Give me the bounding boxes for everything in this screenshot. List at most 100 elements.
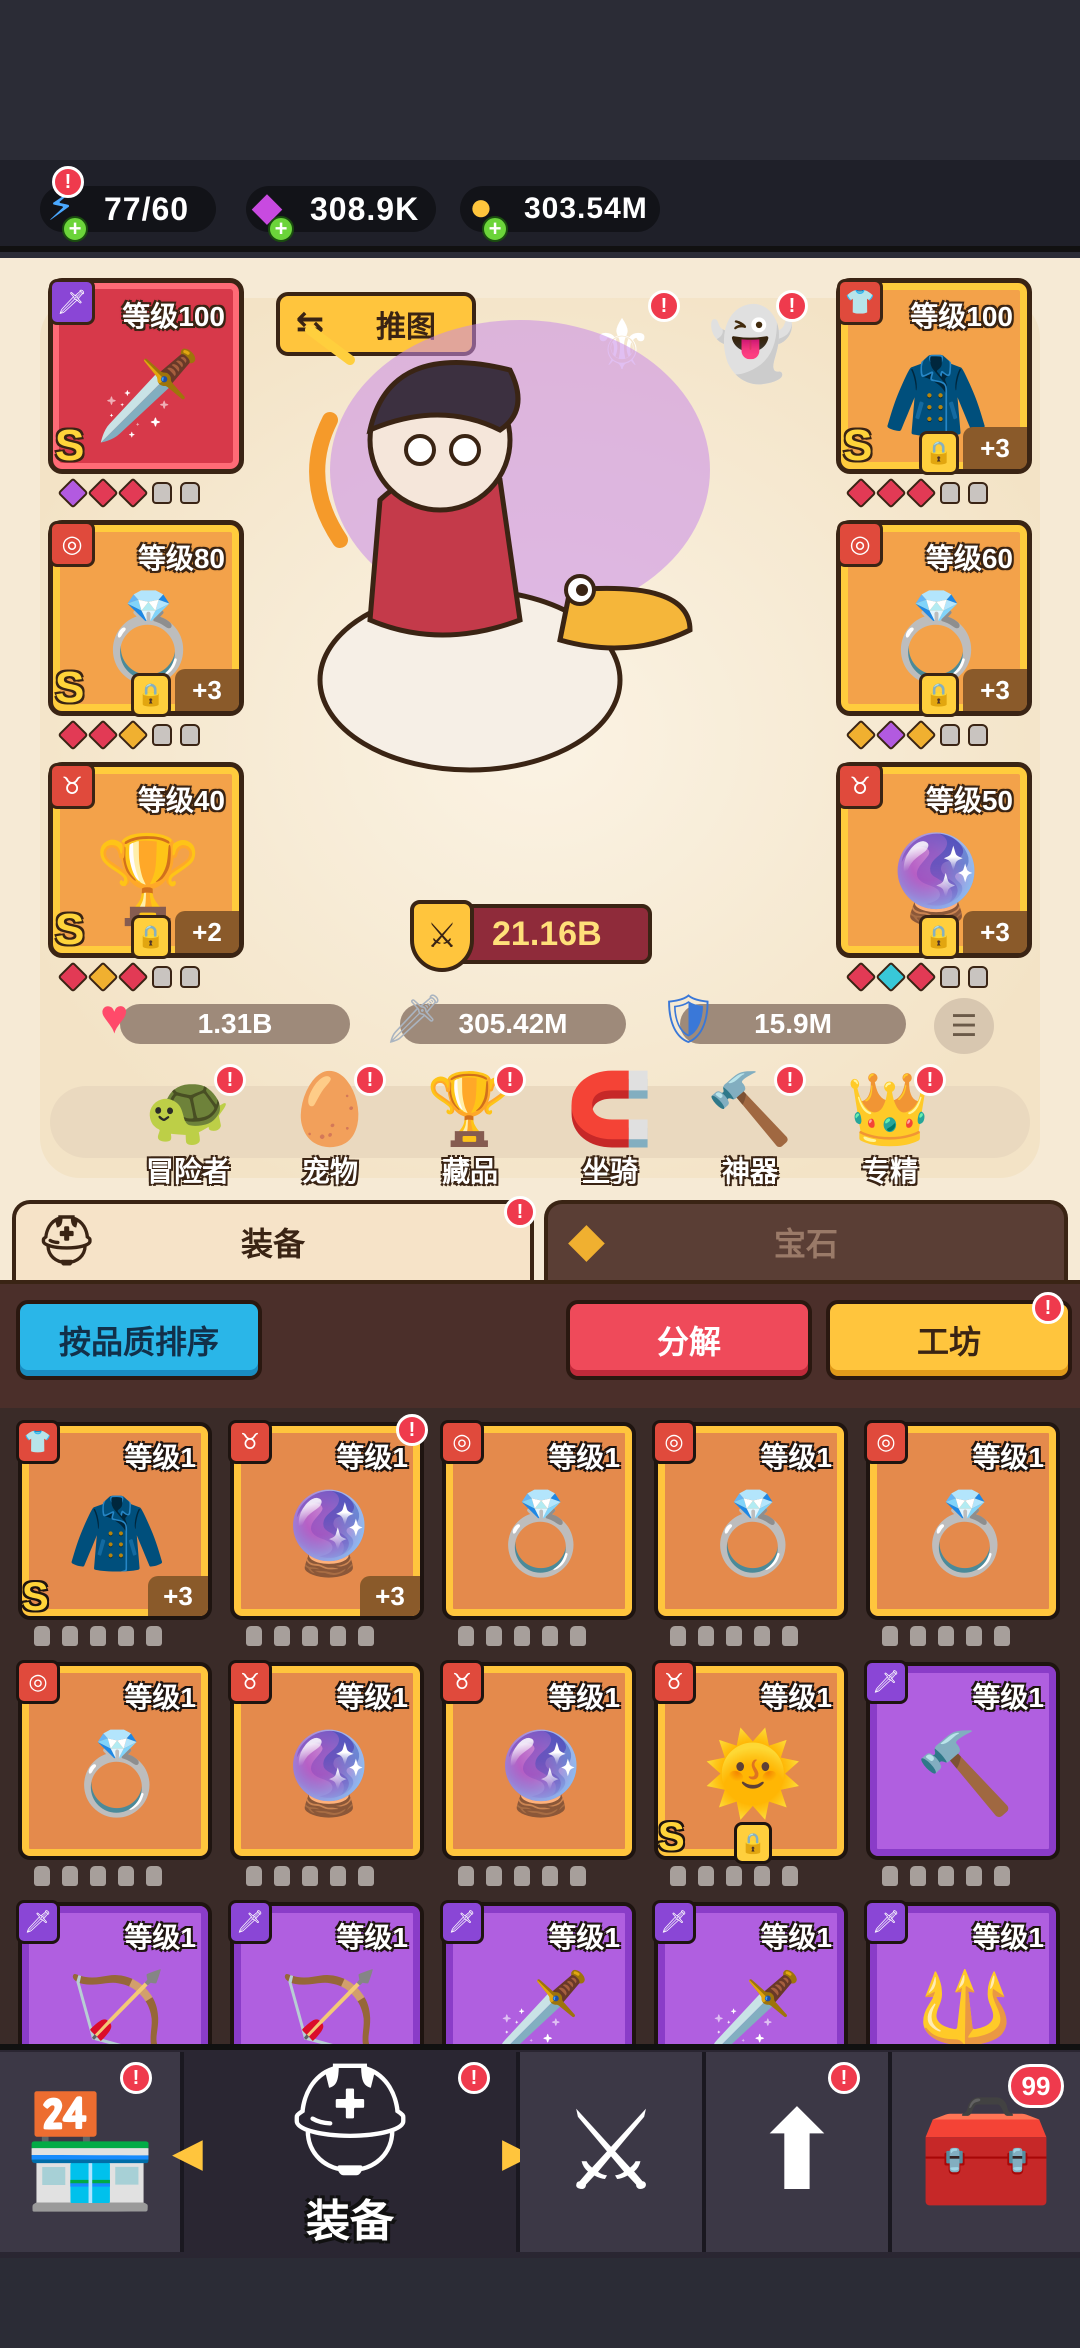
tab-gem[interactable]: ◆ 宝石 (544, 1200, 1068, 1280)
item-level: 等级1 (336, 1682, 408, 1713)
dark-sword-icon: 🗡️ (94, 347, 202, 444)
inventory-item[interactable]: ♉ 等级1 🔮 +3 (228, 1420, 424, 1620)
shield-icon: 🛡 (658, 993, 719, 1046)
slot-level: 等级100 (122, 301, 225, 332)
nav-label: 坐骑 (581, 1156, 638, 1187)
inventory-item[interactable]: 🗡 等级1 🗡️ (440, 1900, 636, 2044)
equipped-armor-slot[interactable]: 👕 等级100 🧥 S 🔒 +3 (836, 278, 1032, 475)
chest-count-badge: 99 (1008, 2064, 1064, 2108)
gold-value: 303.54M (524, 192, 648, 225)
grade-label: S (843, 421, 873, 470)
gem-sockets (57, 719, 200, 751)
item-level: 等级1 (972, 1922, 1044, 1953)
pet-alert-badge: ! (354, 1064, 386, 1096)
inventory-item[interactable]: 🗡 等级1 🔨 (864, 1660, 1060, 1860)
item-level: 等级1 (760, 1922, 832, 1953)
hp-stat: 1.31B (120, 1004, 350, 1044)
sort-by-quality-button[interactable]: 按品质排序 (16, 1300, 262, 1380)
armor-type-icon: 👕 (837, 279, 883, 325)
gem-value: 308.9K (310, 190, 420, 227)
equipped-orb-slot[interactable]: ♉ 等级50 🔮 🔒 +3 (836, 762, 1032, 959)
grade-label: S (55, 905, 85, 954)
sword-type-icon: 🗡 (652, 1900, 696, 1944)
inventory-item[interactable]: 🗡 等级1 🗡️ (652, 1900, 848, 2044)
gold-ring-icon: 💍 (67, 1729, 167, 1818)
stats-detail-icon[interactable]: ☰ (934, 998, 994, 1054)
nav-mount[interactable]: 🧲 坐骑 (550, 1068, 670, 1190)
nav-upgrade[interactable]: ⬆ (706, 2052, 892, 2252)
add-gold-icon[interactable]: + (482, 216, 508, 242)
power-shield-icon: ⚔ (410, 900, 474, 972)
equipped-weapon-slot[interactable]: 🗡 等级100 🗡️ S (48, 278, 244, 474)
ring-type-icon: ◎ (864, 1420, 908, 1464)
item-level: 等级1 (760, 1682, 832, 1713)
equipped-amulet-slot[interactable]: ♉ 等级40 🏆 S 🔒 +2 (48, 762, 244, 959)
slot-level: 等级40 (137, 785, 225, 816)
necklace-type-icon: ♉ (228, 1660, 272, 1704)
equipped-ring2-slot[interactable]: ◎ 等级60 💍 🔒 +3 (836, 520, 1032, 717)
item-level: 等级1 (336, 1442, 408, 1473)
lock-icon: 🔒 (734, 1822, 772, 1864)
inventory-item[interactable]: ♉ 等级1 🔮 (440, 1660, 636, 1860)
tab-equipment[interactable]: ⛑ 装备 (12, 1200, 534, 1280)
equipped-ring-slot[interactable]: ◎ 等级80 💍 S 🔒 +3 (48, 520, 244, 717)
inventory-item[interactable]: ◎ 等级1 💍 (440, 1420, 636, 1620)
war-hammer-icon: 🔨 (915, 1729, 1015, 1818)
inventory-item[interactable]: ♉ 等级1 🌞 S 🔒 (652, 1660, 848, 1864)
nav-battle[interactable]: ⚔ (520, 2052, 706, 2252)
gold-resource[interactable]: ● + 303.54M (460, 185, 660, 242)
gem-slot-locks (670, 1866, 798, 1886)
combat-power: ⚔ 21.16B (410, 900, 652, 972)
helmet-icon: ⛑ (280, 2058, 420, 2181)
nav-label: 冒险者 (145, 1156, 230, 1187)
ring-type-icon: ◎ (440, 1420, 484, 1464)
inventory-item[interactable]: ◎ 等级1 💍 (16, 1660, 212, 1860)
nav-shop[interactable]: 🏪 (0, 2052, 184, 2252)
sword-type-icon: 🗡 (440, 1900, 484, 1944)
slot-level: 等级50 (925, 785, 1013, 816)
gem-slot-locks (458, 1866, 586, 1886)
gem-sockets (845, 961, 988, 993)
gem-sockets (845, 719, 988, 751)
nav-label: 神器 (721, 1156, 778, 1187)
grade-label: S (658, 1815, 685, 1859)
inventory-item[interactable]: 🗡 等级1 🔱 (864, 1900, 1060, 2044)
gem-slot-locks (34, 1866, 162, 1886)
sun-medal-icon: 🌞 (703, 1729, 803, 1818)
inventory-item[interactable]: ◎ 等级1 💍 (864, 1420, 1060, 1620)
gold-ring-icon: 💍 (915, 1489, 1015, 1578)
gem-diamond-icon: ◆ (568, 1214, 605, 1267)
inventory-grid: 👕 等级1 🧥 S +3 ♉ 等级1 🔮 +3 ◎ 等级1 💍 ◎ 等级1 💍 … (0, 1408, 1080, 2044)
spear-icon: 🔱 (915, 1969, 1015, 2044)
tab-equipment-label: 装备 (240, 1226, 305, 1262)
inventory-item[interactable]: ♉ 等级1 🔮 (228, 1660, 424, 1860)
item-level: 等级1 (124, 1442, 196, 1473)
gem-slot-locks (246, 1626, 374, 1646)
inventory-item[interactable]: 🗡 等级1 🏹 (228, 1900, 424, 2044)
ice-sword-icon: 🗡️ (491, 1969, 591, 2044)
crossbow-icon: 🏹 (67, 1969, 167, 2044)
collection-alert-badge: ! (494, 1064, 526, 1096)
enhance-level: +3 (175, 669, 239, 711)
nav-equipment-label: 装备 (306, 2197, 394, 2246)
equipment-nav-alert-badge: ! (458, 2062, 490, 2094)
add-energy-icon[interactable]: + (62, 216, 88, 242)
necklace-type-icon: ♉ (652, 1660, 696, 1704)
hero-character-illustration (305, 320, 710, 773)
power-value: 21.16B (492, 914, 602, 953)
inventory-item[interactable]: 👕 等级1 🧥 S +3 (16, 1420, 212, 1620)
inventory-item[interactable]: 🗡 等级1 🏹 (16, 1900, 212, 2044)
necklace-type-icon: ♉ (440, 1660, 484, 1704)
enhance-level: +3 (963, 669, 1027, 711)
system-bar-area (0, 2258, 1080, 2348)
upgrade-alert-badge: ! (828, 2062, 860, 2094)
decompose-button[interactable]: 分解 (566, 1300, 812, 1380)
ring-type-icon: ◎ (837, 521, 883, 567)
grade-label: S (22, 1575, 49, 1619)
ring-type-icon: ◎ (652, 1420, 696, 1464)
energy-alert-badge: ! (52, 166, 84, 198)
slot-level: 等级60 (925, 543, 1013, 574)
gem-resource[interactable]: ◆ + 308.9K (246, 185, 436, 242)
add-gem-icon[interactable]: + (268, 216, 294, 242)
inventory-item[interactable]: ◎ 等级1 💍 (652, 1420, 848, 1620)
